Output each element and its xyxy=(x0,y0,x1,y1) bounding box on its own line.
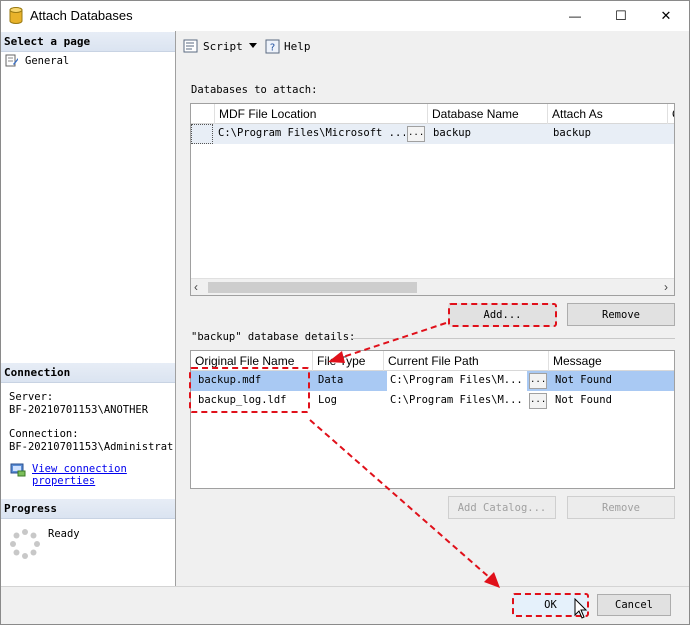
annotation-arrows xyxy=(309,322,500,588)
arrow-files-to-ok xyxy=(309,419,491,579)
arrowhead-files xyxy=(328,351,345,363)
arrow-add-to-files xyxy=(339,322,447,359)
